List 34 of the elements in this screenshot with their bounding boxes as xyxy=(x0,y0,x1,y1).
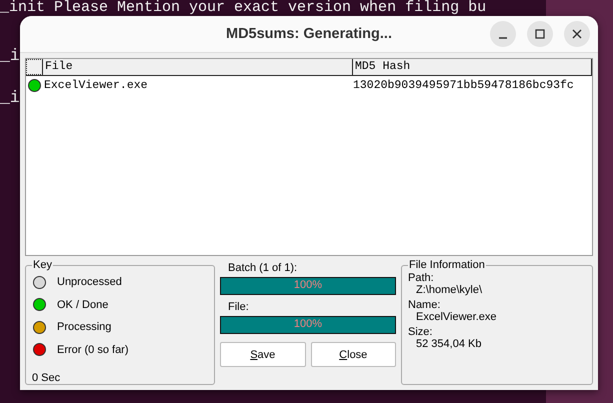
progress-label: Batch (1 of 1): xyxy=(228,262,298,274)
table-cell: 13020b9039495971bb59478186bc93fc xyxy=(353,78,574,92)
dialog-button[interactable]: Close xyxy=(310,342,396,367)
column-header[interactable]: MD5 Hash xyxy=(353,59,592,75)
info-label: Path: xyxy=(408,272,435,284)
progress-text: 100% xyxy=(292,279,324,291)
group-title: Key xyxy=(32,259,53,271)
info-value: 52 354,04 Kb xyxy=(416,338,482,350)
progress-label: File: xyxy=(228,301,250,313)
info-value: ExcelViewer.exe xyxy=(416,311,498,323)
table-cell-text: ExcelViewer.exe xyxy=(44,78,149,92)
window-title: MD5sums: Generating... xyxy=(226,26,392,42)
elapsed-time: 0 Sec xyxy=(32,372,62,384)
key-label: OK / Done xyxy=(57,298,108,311)
maximize-button[interactable] xyxy=(527,21,553,47)
key-label: Unprocessed xyxy=(57,276,122,288)
close-icon xyxy=(572,29,582,39)
terminal-text: _i xyxy=(0,48,20,64)
terminal-text: _i xyxy=(0,90,20,106)
info-label: Name: xyxy=(408,299,442,311)
close-button[interactable] xyxy=(564,21,590,47)
info-label: Size: xyxy=(408,326,434,338)
dialog-button[interactable]: Save xyxy=(220,342,306,367)
info-value: Z:\home\kyle\ xyxy=(416,284,484,296)
group-title: File Information xyxy=(408,259,486,271)
minimize-button[interactable] xyxy=(490,21,516,47)
minimize-icon xyxy=(498,37,508,39)
column-header[interactable]: File xyxy=(43,59,353,75)
column-header[interactable] xyxy=(26,59,43,75)
key-label: Error (0 so far) xyxy=(57,344,129,356)
terminal-text: _init Please Mention your exact version when filing bu xyxy=(0,0,486,16)
maximize-icon xyxy=(535,29,545,39)
key-label: Processing xyxy=(57,321,112,334)
progress-text: 100% xyxy=(292,318,324,330)
